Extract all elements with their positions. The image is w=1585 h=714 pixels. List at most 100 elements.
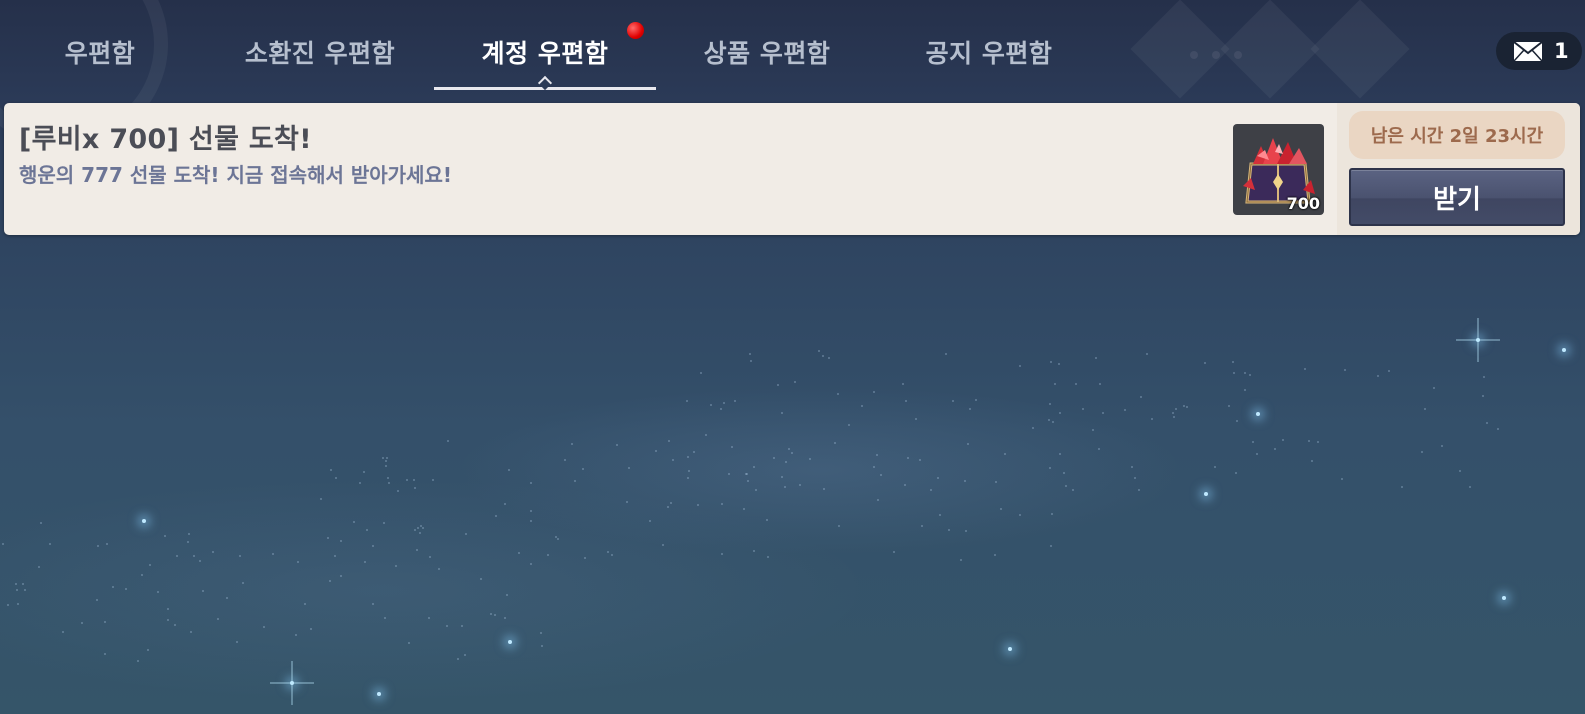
dust-speck [438,568,440,570]
dust-speck [530,482,532,484]
dust-speck [700,372,702,374]
dust-speck [611,554,613,556]
dust-speck [919,459,921,461]
dust-speck [1032,427,1034,429]
dust-speck [937,477,939,479]
dust-speck [607,551,609,553]
dust-speck [320,498,322,500]
claim-button[interactable]: 받기 [1349,168,1565,226]
dust-speck [1469,486,1471,488]
dust-speck [395,565,397,567]
dust-speck [667,506,669,508]
dust-speck [384,617,386,619]
dust-speck [506,594,508,596]
dust-speck [1214,466,1216,468]
dust-speck [728,473,730,475]
dust-speck [413,479,415,481]
dust-speck [1140,396,1142,398]
dust-speck [1497,428,1499,430]
dust-speck [1486,422,1488,424]
dust-speck [327,537,329,539]
dust-speck [1308,440,1310,442]
reward-item-slot[interactable]: 700 [1233,124,1324,215]
dust-speck [547,554,549,556]
dust-speck [16,589,18,591]
mail-count: 1 [1554,39,1569,63]
tab-mailbox[interactable]: 우편함 [0,20,200,90]
dust-speck [190,631,192,633]
dust-speck [710,404,712,406]
dust-speck [49,543,51,545]
dust-speck [930,489,932,491]
tab-label: 우편함 [64,39,136,68]
dust-speck [304,603,306,605]
tab-notice-mailbox[interactable]: 공지 우편함 [878,20,1100,90]
dust-speck [753,550,755,552]
dust-speck [687,477,689,479]
dust-speck [616,444,618,446]
dust-speck [1134,477,1136,479]
dust-speck [461,625,463,627]
sparkle-decoration [1476,338,1480,342]
dust-speck [416,549,418,551]
sparkle-decoration [142,519,146,523]
sparkle-decoration [377,692,381,696]
dust-speck [446,625,448,627]
dust-speck [1482,395,1484,397]
dust-speck [799,484,801,486]
dust-speck [584,557,586,559]
reward-count: 700 [1286,194,1320,213]
dust-speck [1048,419,1050,421]
dust-speck [414,487,416,489]
dust-speck [1232,361,1234,363]
dust-speck [263,626,265,628]
dust-speck [670,502,672,504]
dust-speck [574,480,576,482]
dust-speck [557,538,559,540]
dust-speck [747,480,749,482]
dust-speck [1124,409,1126,411]
dust-speck [97,545,99,547]
dust-speck [1004,453,1006,455]
dust-speck [174,624,176,626]
tab-summon-mailbox[interactable]: 소환진 우편함 [210,20,430,90]
tab-account-mailbox[interactable]: 계정 우편함 [434,20,656,91]
tab-label: 계정 우편함 [481,39,609,68]
dust-speck [408,642,410,644]
dust-speck [672,459,674,461]
dust-speck [1236,420,1238,422]
dust-speck [720,408,722,410]
dust-speck [366,529,368,531]
sparkle-decoration [508,640,512,644]
dust-speck [571,443,573,445]
dust-speck [861,405,863,407]
dust-speck [834,442,836,444]
dust-speck [1131,466,1133,468]
dust-speck [686,400,688,402]
dust-speck [1233,372,1235,374]
dust-speck [104,653,106,655]
dust-speck [24,589,26,591]
dust-speck [147,649,149,651]
dust-speck [1059,412,1061,414]
mail-item[interactable]: [루비x 700] 선물 도착! 행운의 777 선물 도착! 지금 접속해서 … [4,103,1580,235]
dust-speck [1424,408,1426,410]
dust-speck [1019,514,1021,516]
tab-product-mailbox[interactable]: 상품 우편함 [656,20,878,90]
dust-speck [753,466,755,468]
dust-speck [731,446,733,448]
dust-speck [272,553,274,555]
dust-speck [995,481,997,483]
dust-speck [1341,478,1343,480]
dust-speck [447,440,449,442]
dust-speck [428,617,430,619]
dust-speck [1019,365,1021,367]
dust-speck [848,424,850,426]
dust-speck [457,658,459,660]
time-remaining-badge: 남은 시간 2일 23시간 [1349,111,1565,159]
dust-speck [1054,383,1056,385]
tab-label: 공지 우편함 [925,39,1053,68]
dust-speck [828,357,830,359]
dust-speck [1049,467,1051,469]
dust-speck [1058,363,1060,365]
